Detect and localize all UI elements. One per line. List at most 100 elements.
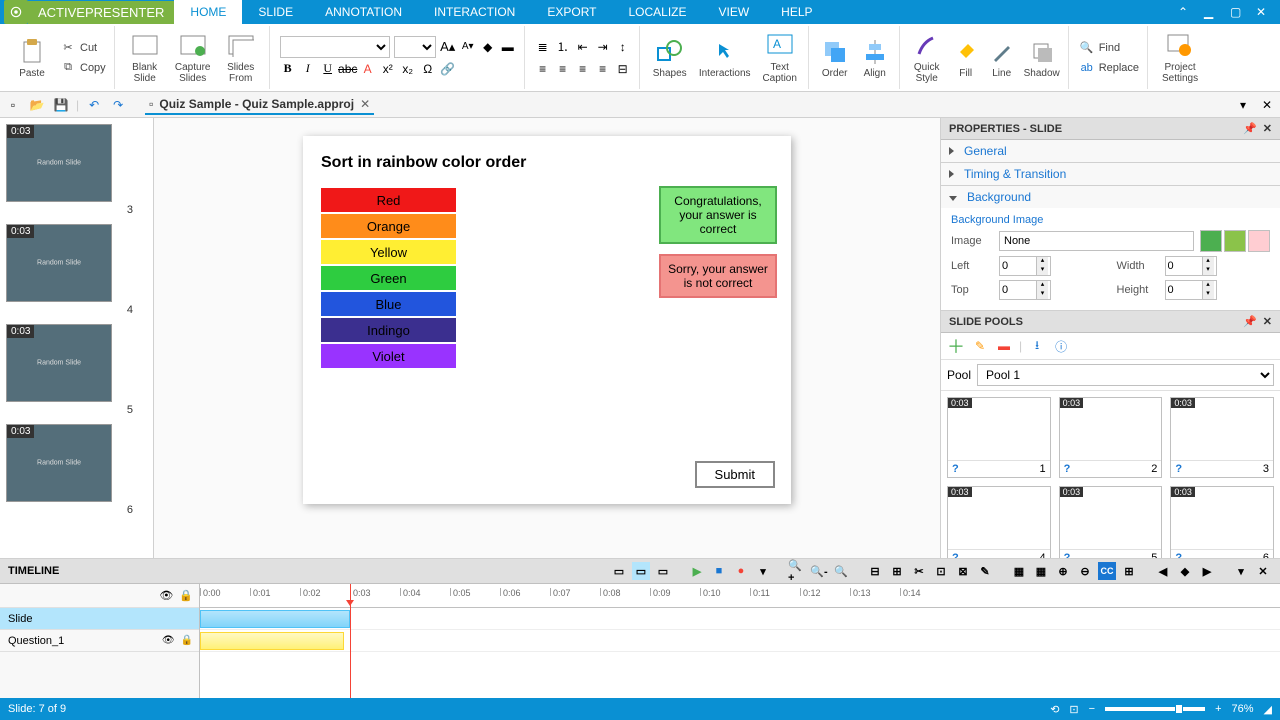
fit-icon[interactable]: ⊡ — [1069, 703, 1078, 716]
shadow-button[interactable]: Shadow — [1020, 26, 1064, 90]
valign-icon[interactable]: ⊟ — [615, 61, 631, 77]
submit-button[interactable]: Submit — [695, 461, 775, 488]
pin-pools-icon[interactable]: 📌 — [1243, 315, 1257, 328]
tl-tool-6[interactable]: ✎ — [976, 562, 994, 580]
order-button[interactable]: Order — [815, 26, 855, 90]
import-pool-icon[interactable]: ⭳ — [1028, 337, 1046, 355]
tl-tool-4[interactable]: ⊡ — [932, 562, 950, 580]
numbering-icon[interactable]: ⒈ — [555, 39, 571, 55]
slide-thumb[interactable]: 0:03Random Slide5 — [4, 324, 149, 416]
record-icon[interactable]: ● — [732, 562, 750, 580]
min-toolbar-icon[interactable]: ⌃ — [1178, 5, 1192, 19]
tl-btn-2[interactable]: ▭ — [632, 562, 650, 580]
text-caption-button[interactable]: AText Caption — [756, 26, 804, 90]
document-tab[interactable]: ▫ Quiz Sample - Quiz Sample.approj ✕ — [145, 95, 374, 115]
shrink-font-icon[interactable]: A▾ — [460, 39, 476, 55]
align-button[interactable]: Align — [855, 26, 895, 90]
add-pool-icon[interactable]: ＋ — [947, 337, 965, 355]
eye-row-icon[interactable]: 👁 — [162, 635, 175, 646]
section-timing[interactable]: Timing & Transition — [941, 163, 1280, 185]
justify-icon[interactable]: ≡ — [595, 61, 611, 77]
tl-tool-9[interactable]: ⊕ — [1054, 562, 1072, 580]
feedback-correct[interactable]: Congratulations, your answer is correct — [659, 186, 777, 244]
playhead[interactable] — [350, 584, 351, 698]
interactions-button[interactable]: Interactions — [694, 26, 756, 90]
indent-dec-icon[interactable]: ⇤ — [575, 39, 591, 55]
tl-close-icon[interactable]: ✕ — [1254, 562, 1272, 580]
cc-icon[interactable]: CC — [1098, 562, 1116, 580]
close-panel-icon[interactable]: ✕ — [1258, 96, 1276, 114]
quick-style-button[interactable]: Quick Style — [906, 26, 948, 90]
bold-icon[interactable]: B — [280, 61, 296, 77]
indent-inc-icon[interactable]: ⇥ — [595, 39, 611, 55]
close-tab-icon[interactable]: ✕ — [360, 97, 370, 111]
undo-icon[interactable]: ↶ — [85, 96, 103, 114]
copy-button[interactable]: ⧉Copy — [60, 60, 106, 76]
height-spinner[interactable]: ▴▾ — [1165, 280, 1217, 300]
open-icon[interactable]: 📂 — [28, 96, 46, 114]
browse-image-button[interactable] — [1200, 230, 1222, 252]
strike-icon[interactable]: abc — [340, 61, 356, 77]
tab-localize[interactable]: LOCALIZE — [612, 0, 702, 24]
align-left-icon[interactable]: ≡ — [535, 61, 551, 77]
tab-home[interactable]: HOME — [174, 0, 242, 24]
minimize-icon[interactable]: ▁ — [1204, 5, 1218, 19]
tab-view[interactable]: VIEW — [703, 0, 766, 24]
rainbow-item[interactable]: Orange — [321, 214, 456, 238]
tl-tool-5[interactable]: ⊠ — [954, 562, 972, 580]
rainbow-item[interactable]: Indingo — [321, 318, 456, 342]
pool-item[interactable]: 0:03?4 — [947, 486, 1051, 558]
pool-item[interactable]: 0:03?3 — [1170, 397, 1274, 478]
zoom-in-tl-icon[interactable]: 🔍+ — [788, 562, 806, 580]
rainbow-item[interactable]: Green — [321, 266, 456, 290]
resize-grip-icon[interactable]: ◢ — [1264, 703, 1272, 716]
close-pools-icon[interactable]: ✕ — [1263, 315, 1272, 328]
superscript-icon[interactable]: x² — [380, 61, 396, 77]
tl-options-icon[interactable]: ▾ — [1232, 562, 1250, 580]
curr-icon[interactable]: ◆ — [1176, 562, 1194, 580]
clip-slide[interactable] — [200, 610, 350, 628]
pool-item[interactable]: 0:03?5 — [1059, 486, 1163, 558]
tab-export[interactable]: EXPORT — [531, 0, 612, 24]
tl-btn-3[interactable]: ▭ — [654, 562, 672, 580]
italic-icon[interactable]: I — [300, 61, 316, 77]
close-props-icon[interactable]: ✕ — [1263, 122, 1272, 135]
slide-thumb[interactable]: 0:03Random Slide4 — [4, 224, 149, 316]
import-image-button[interactable] — [1224, 230, 1246, 252]
paste-button[interactable]: Paste — [8, 26, 56, 90]
rainbow-item[interactable]: Blue — [321, 292, 456, 316]
zoom-slider[interactable] — [1105, 707, 1205, 711]
rec-dropdown-icon[interactable]: ▾ — [754, 562, 772, 580]
clip-question[interactable] — [200, 632, 344, 650]
tl-tool-11[interactable]: ⊞ — [1120, 562, 1138, 580]
lock-icon[interactable]: 🔒 — [179, 589, 193, 602]
rainbow-item[interactable]: Red — [321, 188, 456, 212]
tl-tool-8[interactable]: ▦ — [1032, 562, 1050, 580]
cut-button[interactable]: ✂Cut — [60, 40, 106, 56]
next-icon[interactable]: ▶ — [1198, 562, 1216, 580]
tl-tool-10[interactable]: ⊖ — [1076, 562, 1094, 580]
tl-tool-7[interactable]: ▦ — [1010, 562, 1028, 580]
zoom-out-tl-icon[interactable]: 🔍- — [810, 562, 828, 580]
left-spinner[interactable]: ▴▾ — [999, 256, 1051, 276]
close-icon[interactable]: ✕ — [1256, 5, 1270, 19]
slide-thumb[interactable]: 0:03Random Slide6 — [4, 424, 149, 516]
pool-select[interactable]: Pool 1 — [977, 364, 1274, 386]
font-color-icon[interactable]: A — [360, 61, 376, 77]
blank-slide-button[interactable]: Blank Slide — [121, 26, 169, 90]
chevron-down-icon[interactable]: ▾ — [1234, 96, 1252, 114]
eye-icon[interactable]: 👁 — [159, 589, 173, 602]
tab-annotation[interactable]: ANNOTATION — [309, 0, 418, 24]
tab-help[interactable]: HELP — [765, 0, 828, 24]
tl-tool-3[interactable]: ✂ — [910, 562, 928, 580]
track-slide[interactable]: Slide — [0, 608, 199, 630]
font-family-select[interactable] — [280, 36, 390, 58]
timeline-ruler[interactable]: 0:000:010:020:030:040:050:060:070:080:09… — [200, 584, 1280, 608]
pool-item[interactable]: 0:03?6 — [1170, 486, 1274, 558]
maximize-icon[interactable]: ▢ — [1230, 5, 1244, 19]
width-spinner[interactable]: ▴▾ — [1165, 256, 1217, 276]
tab-interaction[interactable]: INTERACTION — [418, 0, 531, 24]
tl-tool-2[interactable]: ⊞ — [888, 562, 906, 580]
rainbow-item[interactable]: Yellow — [321, 240, 456, 264]
new-icon[interactable]: ▫ — [4, 96, 22, 114]
